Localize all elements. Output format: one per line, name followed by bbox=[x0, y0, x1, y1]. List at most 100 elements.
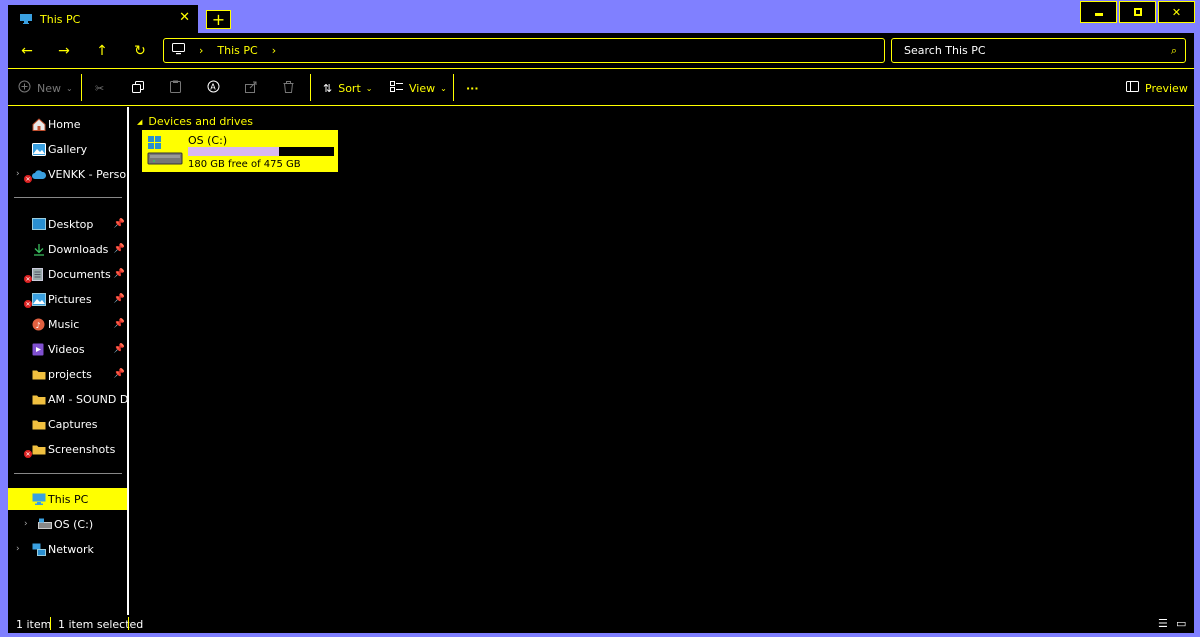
pin-icon[interactable]: 📌 bbox=[114, 344, 125, 354]
sidebar-item-music[interactable]: ♪ Music 📌 bbox=[8, 313, 127, 335]
network-icon bbox=[32, 543, 46, 556]
delete-button[interactable] bbox=[283, 78, 294, 98]
maximize-icon bbox=[1133, 6, 1142, 19]
close-button[interactable]: ✕ bbox=[1158, 1, 1195, 23]
view-icon bbox=[390, 81, 403, 95]
status-bar: 1 item 1 item selected ☰ ▭ bbox=[8, 615, 1194, 633]
pin-icon[interactable]: 📌 bbox=[114, 269, 125, 279]
sort-label: Sort bbox=[338, 81, 361, 95]
pin-icon[interactable]: 📌 bbox=[114, 219, 125, 229]
rename-icon: A bbox=[207, 80, 220, 96]
chevron-down-icon: ⌄ bbox=[365, 83, 373, 93]
sidebar-item-desktop[interactable]: Desktop 📌 bbox=[8, 213, 127, 235]
drive-icon bbox=[38, 518, 52, 531]
preview-pane-icon bbox=[1126, 81, 1139, 95]
more-options-button[interactable]: ··· bbox=[466, 78, 479, 98]
sidebar-item-screenshots[interactable]: ✕ Screenshots bbox=[8, 438, 127, 460]
window-controls: ✕ bbox=[1078, 1, 1195, 23]
minimize-button[interactable] bbox=[1080, 1, 1117, 23]
new-tab-button[interactable]: + bbox=[206, 10, 231, 29]
details-view-icon[interactable]: ☰ bbox=[1158, 617, 1168, 630]
view-label: View bbox=[409, 81, 436, 95]
gallery-icon bbox=[32, 142, 46, 156]
arrow-left-icon: ← bbox=[21, 43, 33, 59]
tab-this-pc[interactable]: This PC ✕ bbox=[8, 5, 198, 33]
sidebar-item-am-sound-design[interactable]: AM - SOUND DESIG bbox=[8, 388, 127, 410]
sidebar-item-this-pc[interactable]: This PC bbox=[8, 488, 127, 510]
content-area: ◢ Devices and drives OS (C:) 180 GB free… bbox=[131, 107, 1194, 615]
onedrive-icon bbox=[32, 168, 47, 181]
sidebar-item-os-c[interactable]: › OS (C:) bbox=[8, 513, 127, 535]
chevron-right-icon[interactable]: › bbox=[24, 519, 28, 529]
drive-usage-bar bbox=[188, 147, 334, 156]
drive-tile-os-c[interactable]: OS (C:) 180 GB free of 475 GB bbox=[142, 130, 338, 172]
chevron-down-icon: ⌄ bbox=[440, 83, 447, 93]
paste-button[interactable] bbox=[170, 78, 181, 98]
sidebar-item-captures[interactable]: Captures bbox=[8, 413, 127, 435]
sidebar-item-documents[interactable]: ✕ Documents 📌 bbox=[8, 263, 127, 285]
share-button[interactable] bbox=[245, 78, 258, 98]
view-button[interactable]: View ⌄ bbox=[390, 78, 447, 98]
sidebar-item-home[interactable]: Home bbox=[8, 113, 127, 135]
monitor-icon bbox=[20, 14, 32, 24]
drive-free-space: 180 GB free of 475 GB bbox=[188, 159, 301, 170]
pin-icon[interactable]: 📌 bbox=[114, 294, 125, 304]
pin-icon[interactable]: 📌 bbox=[114, 244, 125, 254]
refresh-button[interactable]: ↻ bbox=[129, 41, 151, 61]
sidebar-item-gallery[interactable]: Gallery bbox=[8, 138, 127, 160]
copy-button[interactable] bbox=[132, 78, 144, 98]
search-icon[interactable]: ⌕ bbox=[1171, 44, 1177, 58]
cut-button[interactable]: ✂ bbox=[95, 78, 104, 98]
folder-icon bbox=[32, 368, 46, 381]
separator bbox=[81, 74, 82, 101]
address-bar[interactable]: › This PC › bbox=[163, 38, 885, 63]
separator bbox=[453, 74, 454, 101]
folder-icon bbox=[32, 443, 46, 456]
sidebar-item-downloads[interactable]: Downloads 📌 bbox=[8, 238, 127, 260]
maximize-button[interactable] bbox=[1119, 1, 1156, 23]
sidebar-item-projects[interactable]: projects 📌 bbox=[8, 363, 127, 385]
back-button[interactable]: ← bbox=[16, 41, 38, 61]
status-separator bbox=[128, 617, 129, 630]
monitor-icon bbox=[172, 43, 185, 58]
forward-button[interactable]: → bbox=[53, 41, 75, 61]
sidebar-divider bbox=[14, 473, 122, 474]
chevron-right-icon[interactable]: › bbox=[16, 544, 20, 554]
videos-icon bbox=[32, 343, 46, 356]
trash-icon bbox=[283, 80, 294, 96]
pin-icon[interactable]: 📌 bbox=[114, 369, 125, 379]
scissors-icon: ✂ bbox=[95, 81, 105, 95]
chevron-right-icon[interactable]: › bbox=[199, 44, 203, 57]
sidebar-item-pictures[interactable]: ✕ Pictures 📌 bbox=[8, 288, 127, 310]
file-explorer-window: This PC ✕ + ✕ ← → ↑ ↻ › This PC › Search… bbox=[0, 0, 1200, 637]
pin-icon[interactable]: 📌 bbox=[114, 319, 125, 329]
sidebar-item-videos[interactable]: Videos 📌 bbox=[8, 338, 127, 360]
breadcrumb-this-pc[interactable]: This PC bbox=[217, 44, 257, 57]
group-header-label: Devices and drives bbox=[148, 115, 253, 128]
chevron-right-icon[interactable]: › bbox=[272, 44, 276, 57]
chevron-right-icon[interactable]: › bbox=[16, 169, 20, 179]
arrow-right-icon: → bbox=[58, 43, 70, 59]
preview-button[interactable]: Preview bbox=[1126, 78, 1188, 98]
copy-icon bbox=[132, 80, 144, 96]
music-icon: ♪ bbox=[32, 318, 46, 331]
folder-icon bbox=[32, 393, 46, 406]
new-button[interactable]: New ⌄ bbox=[18, 78, 73, 98]
status-separator bbox=[50, 617, 51, 630]
rename-button[interactable]: A bbox=[207, 78, 220, 98]
group-header-devices[interactable]: ◢ Devices and drives bbox=[137, 115, 253, 128]
up-button[interactable]: ↑ bbox=[91, 41, 113, 61]
title-bar: This PC ✕ + ✕ bbox=[0, 0, 1200, 33]
sync-error-icon: ✕ bbox=[24, 275, 32, 283]
sidebar-item-onedrive[interactable]: › ✕ VENKK - Personal bbox=[8, 163, 127, 185]
search-input[interactable] bbox=[902, 43, 1142, 58]
tiles-view-icon[interactable]: ▭ bbox=[1176, 617, 1186, 630]
search-box[interactable]: ⌕ bbox=[891, 38, 1186, 63]
tab-title: This PC bbox=[40, 12, 81, 26]
sync-error-icon: ✕ bbox=[24, 300, 32, 308]
tab-close-icon[interactable]: ✕ bbox=[179, 10, 190, 25]
address-row: ← → ↑ ↻ › This PC › ⌕ bbox=[8, 33, 1194, 69]
sidebar-item-network[interactable]: › Network bbox=[8, 538, 127, 560]
sort-button[interactable]: ⇅ Sort ⌄ bbox=[323, 78, 372, 98]
home-icon bbox=[32, 117, 46, 131]
